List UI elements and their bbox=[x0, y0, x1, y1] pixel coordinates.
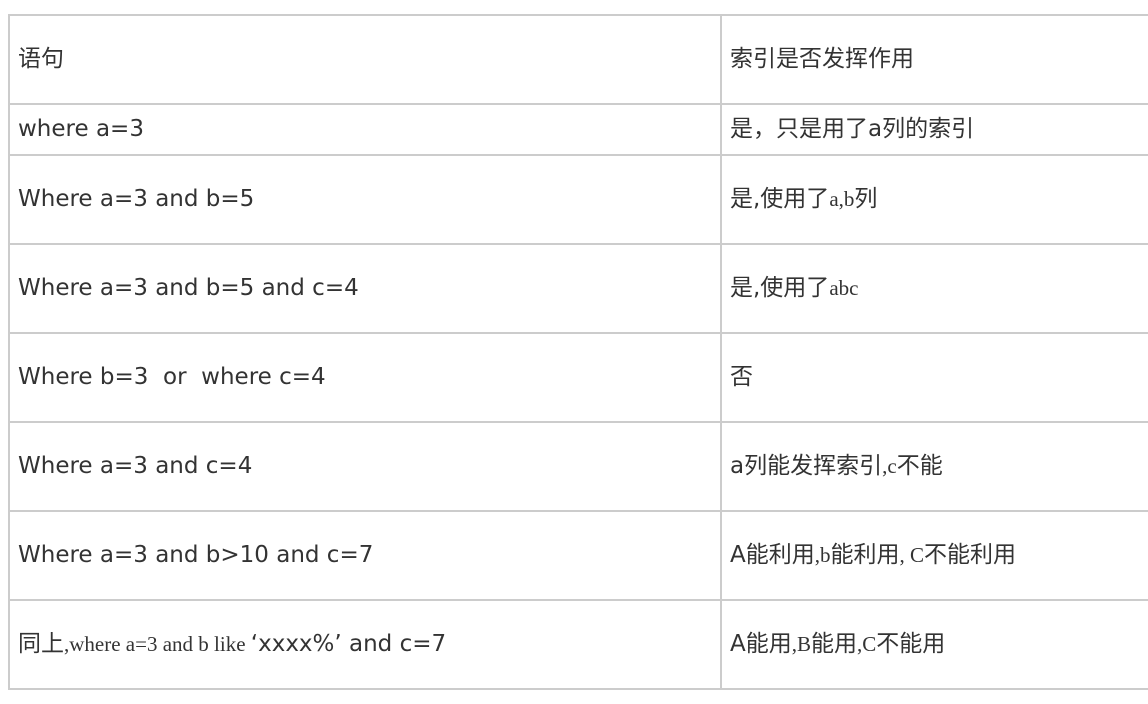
effect-text: 是，只是用了a列的索引 bbox=[730, 115, 975, 142]
effect-cell: A能用,B能用,C不能用 bbox=[720, 599, 1148, 690]
header-statement-text: 语句 bbox=[18, 45, 64, 72]
statement-serif-text: ,where a=3 and b like bbox=[64, 631, 251, 656]
table-row: Where b=3 or where c=4 否 bbox=[8, 332, 1148, 423]
effect-mid-text: 能利用 bbox=[830, 541, 900, 568]
effect-serif2-text: ,C bbox=[857, 631, 877, 656]
statement-cell: Where a=3 and b>10 and c=7 bbox=[8, 510, 722, 601]
statement-cell: where a=3 bbox=[8, 103, 722, 156]
statement-cell: Where a=3 and c=4 bbox=[8, 421, 722, 512]
effect-serif-text: ,c bbox=[882, 453, 897, 478]
effect-text: 是,使用了 bbox=[730, 185, 830, 212]
table-header-row: 语句 索引是否发挥作用 bbox=[8, 14, 1148, 105]
effect-text: 是,使用了 bbox=[730, 274, 830, 301]
statement-prefix-text: 同上 bbox=[18, 630, 64, 657]
effect-suffix-text: 列 bbox=[854, 185, 878, 212]
statement-text: Where a=3 and b=5 and c=4 bbox=[18, 274, 359, 301]
effect-cell: 是，只是用了a列的索引 bbox=[720, 103, 1148, 156]
effect-mid-text: 能用 bbox=[811, 630, 857, 657]
header-cell-index-effect: 索引是否发挥作用 bbox=[720, 14, 1148, 105]
statement-cell: Where a=3 and b=5 bbox=[8, 154, 722, 245]
statement-cell: Where a=3 and b=5 and c=4 bbox=[8, 243, 722, 334]
statement-cell: 同上,where a=3 and b like ‘xxxx%’ and c=7 bbox=[8, 599, 722, 690]
document-page: 语句 索引是否发挥作用 where a=3 是，只是用了a列的索引 Where … bbox=[0, 0, 1148, 704]
statement-cell: Where b=3 or where c=4 bbox=[8, 332, 722, 423]
effect-cell: a列能发挥索引,c不能 bbox=[720, 421, 1148, 512]
table-row: Where a=3 and b>10 and c=7 A能利用,b能利用, C不… bbox=[8, 510, 1148, 601]
statement-text: Where b=3 or where c=4 bbox=[18, 363, 326, 390]
statement-suffix-text: ‘xxxx%’ and c=7 bbox=[250, 630, 447, 657]
header-cell-statement: 语句 bbox=[8, 14, 722, 105]
table-row: 同上,where a=3 and b like ‘xxxx%’ and c=7 … bbox=[8, 599, 1148, 690]
effect-cell: A能利用,b能利用, C不能利用 bbox=[720, 510, 1148, 601]
statement-text: Where a=3 and b>10 and c=7 bbox=[18, 541, 374, 568]
effect-serif-text: a,b bbox=[829, 186, 855, 211]
effect-cell: 是,使用了a,b列 bbox=[720, 154, 1148, 245]
effect-serif-text: ,B bbox=[791, 631, 811, 656]
effect-suffix-text: 不能利用 bbox=[924, 541, 1016, 568]
effect-suffix-text: 不能 bbox=[896, 452, 943, 479]
effect-text: 否 bbox=[730, 363, 753, 390]
statement-text: where a=3 bbox=[18, 115, 144, 142]
effect-serif-text: abc bbox=[829, 275, 859, 300]
statement-text: Where a=3 and c=4 bbox=[18, 452, 253, 479]
effect-cell: 是,使用了abc bbox=[720, 243, 1148, 334]
table-row: where a=3 是，只是用了a列的索引 bbox=[8, 103, 1148, 156]
effect-text: A能利用 bbox=[730, 541, 815, 568]
effect-suffix-text: 不能用 bbox=[876, 630, 946, 657]
header-index-effect-text: 索引是否发挥作用 bbox=[730, 45, 914, 72]
effect-serif-text: ,b bbox=[814, 542, 831, 567]
effect-serif2-text: , C bbox=[899, 542, 924, 567]
effect-text: A能用 bbox=[730, 630, 792, 657]
table-row: Where a=3 and b=5 是,使用了a,b列 bbox=[8, 154, 1148, 245]
effect-cell: 否 bbox=[720, 332, 1148, 423]
table-row: Where a=3 and b=5 and c=4 是,使用了abc bbox=[8, 243, 1148, 334]
table-row: Where a=3 and c=4 a列能发挥索引,c不能 bbox=[8, 421, 1148, 512]
effect-text: a列能发挥索引 bbox=[730, 452, 883, 479]
statement-text: Where a=3 and b=5 bbox=[18, 185, 255, 212]
index-usage-table: 语句 索引是否发挥作用 where a=3 是，只是用了a列的索引 Where … bbox=[8, 14, 1148, 690]
